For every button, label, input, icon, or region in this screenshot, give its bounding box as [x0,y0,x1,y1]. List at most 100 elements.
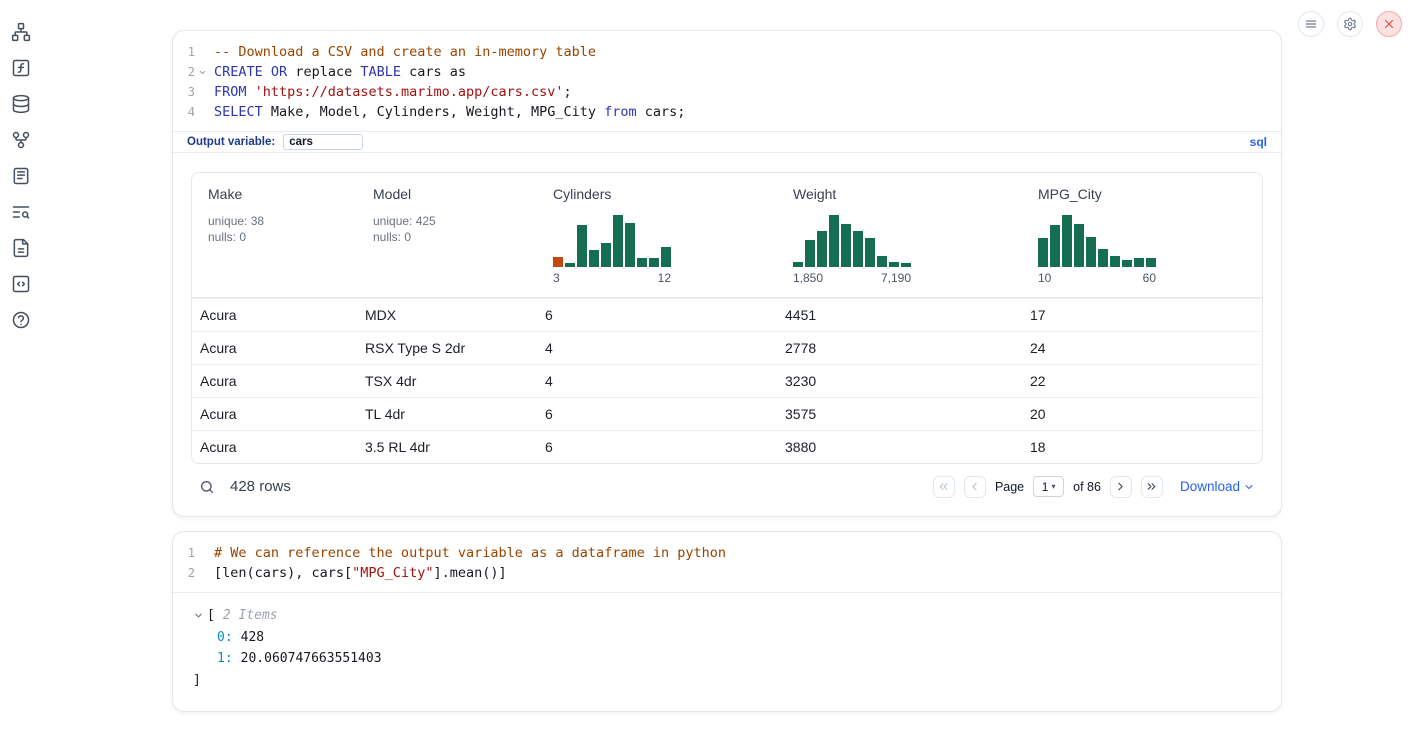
histogram-bar [901,263,911,267]
histogram-bar [589,250,599,267]
chevrons-left-icon [937,480,950,493]
column-histogram[interactable]: 1060 [1038,215,1156,285]
histogram-bar [661,247,671,267]
table-row[interactable]: AcuraTL 4dr6357520 [192,397,1262,430]
select-caret-icon: ▾ [1051,482,1055,491]
table-cell: 20 [1022,406,1262,422]
tree-entry: 0: 428 [217,627,1281,649]
histogram-bar [1098,249,1108,267]
histogram-bar [625,223,635,267]
histogram-bar [553,257,563,267]
download-label: Download [1180,479,1240,494]
code-text: FROM 'https://datasets.marimo.app/cars.c… [209,84,572,100]
tree-entries: 0: 428 1:20.060747663551403 [193,627,1281,670]
variables-icon[interactable] [11,58,31,78]
column-header[interactable]: Makeunique: 38nulls: 0 [192,185,357,285]
table-row[interactable]: AcuraRSX Type S 2dr4277824 [192,331,1262,364]
tree-entry-value: 428 [241,630,264,645]
code-text: CREATE OR replace TABLE cars as [209,64,466,80]
first-page-button[interactable] [933,476,955,498]
page-select-value: 1 [1042,480,1049,494]
language-badge[interactable]: sql [1250,135,1267,149]
output-variable-input[interactable] [283,134,363,150]
histogram-bar [889,262,899,267]
items-count-label: 2 Items [223,605,278,627]
histogram-range: 312 [553,271,671,285]
table-cell: Acura [192,439,357,455]
page-label: Page [995,480,1024,494]
table-cell: Acura [192,340,357,356]
tree-entry-key: 0: [217,630,233,645]
table-cell: 2778 [777,340,1022,356]
code-text: SELECT Make, Model, Cylinders, Weight, M… [209,104,685,120]
column-header[interactable]: Weight 1,8507,190 [777,185,1022,285]
snippets-icon[interactable] [11,274,31,294]
dependencies-icon[interactable] [11,130,31,150]
histogram-bar [1122,260,1132,267]
table-row[interactable]: AcuraTSX 4dr4323022 [192,364,1262,397]
histogram-bar [1062,215,1072,267]
code-line[interactable]: 2CREATE OR replace TABLE cars as [173,62,1281,82]
column-histogram[interactable]: 1,8507,190 [793,215,911,285]
code-text: [len(cars), cars["MPG_City"].mean()] [209,565,507,581]
code-line[interactable]: 3FROM 'https://datasets.marimo.app/cars.… [173,82,1281,102]
column-name: Model [373,185,537,203]
line-number: 1 [173,45,195,59]
histogram-bar [829,215,839,267]
sql-code-editor[interactable]: 1-- Download a CSV and create an in-memo… [173,31,1281,131]
tree-entry: 1:20.060747663551403 [217,648,1281,670]
table-cell: Acura [192,307,357,323]
code-line[interactable]: 4SELECT Make, Model, Cylinders, Weight, … [173,102,1281,122]
pagination: Page 1 ▾ of 86 Download [933,476,1255,498]
file-explorer-icon[interactable] [11,22,31,42]
fold-chevron-icon[interactable] [195,67,209,77]
chevron-left-icon [968,480,981,493]
help-icon[interactable] [11,310,31,330]
shutdown-button[interactable] [1376,11,1402,37]
histogram-bar [1050,225,1060,267]
python-cell: 1# We can reference the output variable … [172,531,1282,712]
histogram-bars [553,215,671,267]
column-name: MPG_City [1038,185,1262,203]
line-number: 2 [173,566,195,580]
column-histogram[interactable]: 312 [553,215,671,285]
output-variable-row: Output variable: sql [173,131,1281,153]
column-header[interactable]: Cylinders312 [537,185,777,285]
last-page-button[interactable] [1141,476,1163,498]
settings-button[interactable] [1337,11,1363,37]
scratchpad-icon[interactable] [11,166,31,186]
hamburger-menu-icon [1304,17,1318,31]
tree-root-line: [ 2 Items [193,605,1281,627]
column-header[interactable]: Modelunique: 425nulls: 0 [357,185,537,285]
download-button[interactable]: Download [1180,479,1255,494]
output-variable-label: Output variable: [187,136,275,148]
code-line[interactable]: 1# We can reference the output variable … [173,543,1281,563]
column-header[interactable]: MPG_City 1060 [1022,185,1262,285]
table-cell: 18 [1022,439,1262,455]
code-line[interactable]: 2 [len(cars), cars["MPG_City"].mean()] [173,563,1281,583]
code-line[interactable]: 1-- Download a CSV and create an in-memo… [173,42,1281,62]
next-page-button[interactable] [1110,476,1132,498]
fold-spacer [195,548,209,558]
menu-button[interactable] [1298,11,1324,37]
python-code-editor[interactable]: 1# We can reference the output variable … [173,532,1281,593]
histogram-bar [601,243,611,267]
search-icon[interactable] [199,479,215,495]
data-sources-icon[interactable] [11,94,31,114]
logs-icon[interactable] [11,202,31,222]
page-select[interactable]: 1 ▾ [1033,476,1064,497]
prev-page-button[interactable] [964,476,986,498]
table-row[interactable]: AcuraMDX6445117 [192,298,1262,331]
histogram-bar [853,231,863,267]
collapse-chevron-icon[interactable] [193,610,204,621]
chevron-right-icon [1114,480,1127,493]
close-icon [1382,17,1396,31]
documentation-icon[interactable] [11,238,31,258]
close-bracket: ] [193,670,1281,692]
table-cell: TL 4dr [357,406,537,422]
histogram-bars [793,215,911,267]
panel-sidebar [0,0,42,330]
column-name: Weight [793,185,1022,203]
fold-spacer [195,568,209,578]
fold-spacer [195,87,209,97]
